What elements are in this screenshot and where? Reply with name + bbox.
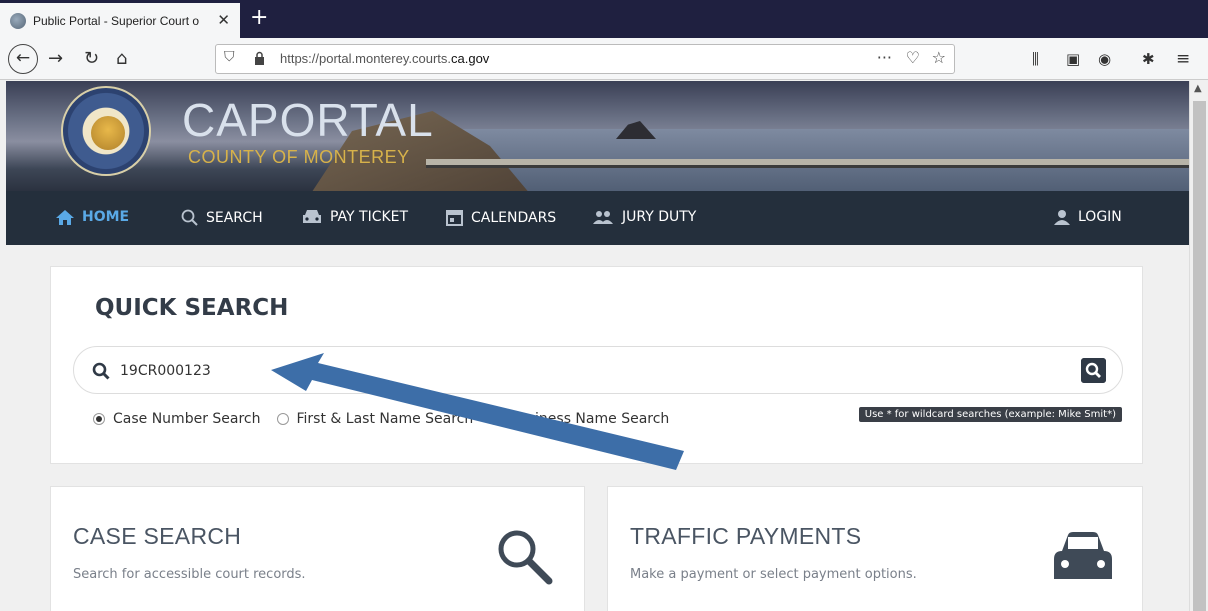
- traffic-payments-card[interactable]: TRAFFIC PAYMENTS Make a payment or selec…: [607, 486, 1143, 611]
- url-text: https://portal.monterey.courts.ca.gov: [280, 51, 490, 66]
- back-button[interactable]: ←: [8, 44, 38, 74]
- address-bar[interactable]: ⛉ https://portal.monterey.courts.ca.gov …: [215, 44, 955, 74]
- nav-home-label: HOME: [82, 209, 130, 225]
- home-icon[interactable]: ⌂: [116, 46, 127, 72]
- nav-home[interactable]: HOME: [56, 209, 129, 225]
- wildcard-tooltip: Use * for wildcard searches (example: Mi…: [858, 407, 1122, 422]
- quick-search-box[interactable]: [73, 346, 1123, 394]
- radio-name[interactable]: [276, 413, 289, 425]
- traffic-payments-title: TRAFFIC PAYMENTS: [630, 523, 862, 549]
- pocket-icon[interactable]: ♡: [906, 48, 920, 67]
- browser-tab-strip: Public Portal - Superior Court o ✕ +: [0, 0, 1208, 38]
- scrollbar-thumb[interactable]: [1193, 101, 1206, 611]
- quick-search-card: QUICK SEARCH Case Number Search First & …: [50, 266, 1143, 464]
- tracking-shield-icon[interactable]: ⛉: [224, 49, 235, 65]
- radio-case-number[interactable]: [93, 413, 105, 425]
- search-submit-button[interactable]: [1081, 358, 1106, 383]
- extensions-icon[interactable]: ✱: [1142, 46, 1155, 72]
- close-tab-icon[interactable]: ✕: [217, 11, 230, 29]
- nav-login-label: LOGIN: [1078, 209, 1122, 225]
- car-icon: [303, 210, 321, 223]
- nav-search-label: SEARCH: [206, 209, 263, 226]
- case-search-desc: Search for accessible court records.: [73, 567, 306, 582]
- case-search-title: CASE SEARCH: [73, 523, 242, 549]
- seal-figure: [91, 116, 125, 150]
- account-icon[interactable]: ◉: [1098, 46, 1111, 72]
- option-case-number-label: Case Number Search: [113, 411, 261, 427]
- sidebar-icon[interactable]: ▣: [1066, 46, 1080, 72]
- option-name-label: First & Last Name Search: [296, 411, 474, 427]
- quick-search-title: QUICK SEARCH: [95, 295, 289, 321]
- library-icon[interactable]: ⫼: [1032, 46, 1039, 72]
- nav-jury-duty-label: JURY DUTY: [622, 209, 697, 225]
- scroll-up-icon[interactable]: ▲: [1194, 83, 1202, 94]
- hero-banner: CAPORTAL COUNTY OF MONTEREY: [6, 81, 1189, 191]
- court-seal-logo[interactable]: [61, 86, 151, 176]
- bookmark-star-icon[interactable]: ☆: [932, 48, 946, 67]
- user-icon: [1054, 210, 1070, 225]
- nav-search[interactable]: SEARCH: [181, 209, 263, 226]
- site-favicon-icon: [10, 12, 26, 29]
- option-business-label: Business Name Search: [509, 411, 670, 427]
- brand-title[interactable]: CAPORTAL: [182, 97, 434, 143]
- calendar-icon: [446, 210, 463, 226]
- vertical-scrollbar[interactable]: ▲: [1189, 81, 1208, 611]
- nav-login[interactable]: LOGIN: [1054, 209, 1122, 225]
- browser-toolbar: ← → ↻ ⌂ ⛉ https://portal.monterey.courts…: [0, 38, 1208, 80]
- main-nav: HOME SEARCH PAY TICKET CALENDARS JURY DU…: [6, 191, 1189, 245]
- page-viewport: CAPORTAL COUNTY OF MONTEREY HOME SEARCH …: [6, 81, 1189, 611]
- search-type-options: Case Number Search First & Last Name Sea…: [93, 411, 685, 427]
- nav-pay-ticket[interactable]: PAY TICKET: [302, 209, 408, 225]
- search-icon: [181, 209, 198, 226]
- menu-icon[interactable]: ≡: [1176, 46, 1190, 72]
- hero-bridge-rail: [426, 165, 1189, 168]
- reload-button[interactable]: ↻: [84, 46, 99, 72]
- nav-jury-duty[interactable]: JURY DUTY: [592, 209, 696, 225]
- magnifier-icon: [498, 530, 553, 585]
- traffic-payments-desc: Make a payment or select payment options…: [630, 567, 917, 582]
- option-case-number[interactable]: Case Number Search: [93, 411, 261, 427]
- brand-subtitle: COUNTY OF MONTEREY: [188, 147, 410, 167]
- nav-calendars-label: CALENDARS: [471, 209, 557, 226]
- radio-business[interactable]: [489, 413, 502, 425]
- new-tab-button[interactable]: +: [250, 5, 268, 30]
- lock-icon[interactable]: [254, 51, 265, 65]
- home-icon: [56, 209, 74, 225]
- quick-search-input[interactable]: [120, 359, 1020, 383]
- users-icon: [593, 211, 613, 224]
- browser-tab[interactable]: Public Portal - Superior Court o ✕: [0, 3, 240, 38]
- tab-title: Public Portal - Superior Court o: [33, 13, 200, 28]
- forward-button[interactable]: →: [48, 46, 63, 72]
- page-actions-icon[interactable]: ···: [877, 48, 892, 67]
- car-icon: [1054, 532, 1112, 579]
- nav-calendars[interactable]: CALENDARS: [446, 209, 556, 226]
- search-icon: [92, 362, 110, 380]
- option-business[interactable]: Business Name Search: [489, 411, 669, 427]
- case-search-card[interactable]: CASE SEARCH Search for accessible court …: [50, 486, 585, 611]
- option-name[interactable]: First & Last Name Search: [276, 411, 474, 427]
- nav-pay-ticket-label: PAY TICKET: [330, 209, 409, 225]
